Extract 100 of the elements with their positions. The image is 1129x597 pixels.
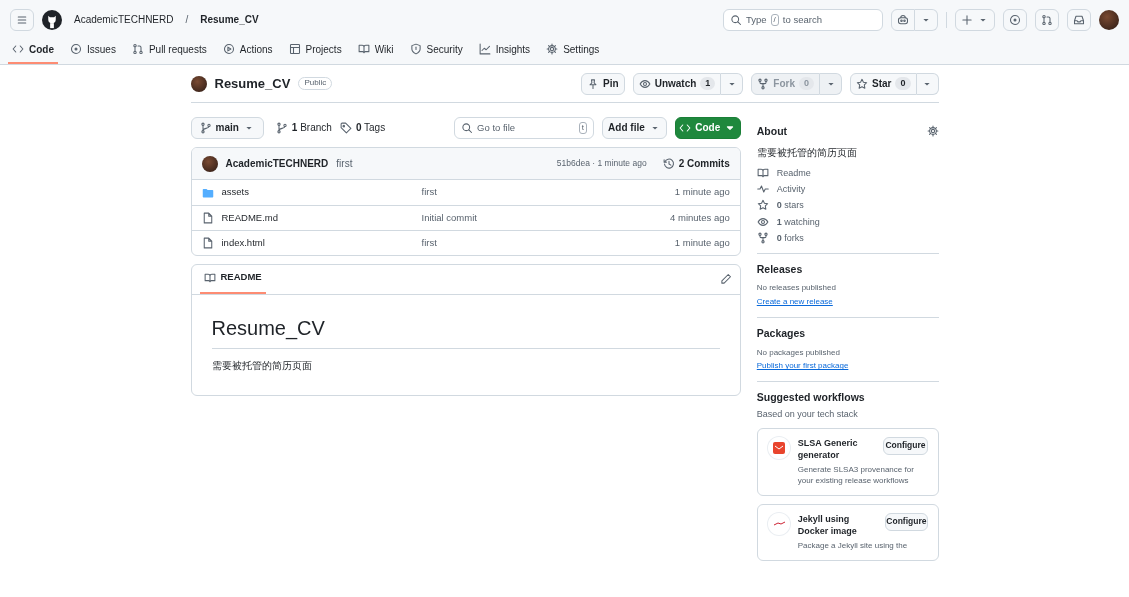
configure-button[interactable]: Configure bbox=[885, 512, 928, 531]
search-field[interactable]: Type / to search bbox=[723, 9, 883, 31]
repo-link[interactable]: Resume_CV bbox=[200, 13, 259, 27]
about-link[interactable]: 1 watching bbox=[756, 215, 939, 228]
workflow-description: Package a Jekyll site using the bbox=[797, 541, 909, 552]
graph-icon bbox=[478, 43, 491, 56]
nav-tab[interactable]: Security bbox=[405, 42, 467, 64]
plus-icon bbox=[961, 14, 973, 26]
issue-icon bbox=[1009, 14, 1021, 26]
about-link[interactable]: Readme bbox=[756, 167, 939, 180]
nav-tab[interactable]: Issues bbox=[66, 42, 120, 64]
file-name[interactable]: assets bbox=[221, 186, 249, 199]
section-link[interactable]: Create a new release bbox=[756, 297, 833, 308]
logo-icon[interactable] bbox=[42, 10, 62, 30]
branches-link[interactable]: 1 Branch bbox=[275, 121, 332, 135]
inbox-icon bbox=[1073, 14, 1085, 26]
section-subtitle: Based on your tech stack bbox=[756, 407, 859, 420]
commit-message[interactable]: first bbox=[336, 156, 353, 171]
pull-request-icon bbox=[1041, 14, 1053, 26]
path-separator: / bbox=[185, 13, 189, 27]
issues-button[interactable] bbox=[1003, 9, 1027, 31]
code-button[interactable]: Code bbox=[674, 117, 741, 139]
empty-text: No releases published bbox=[756, 283, 837, 295]
gear-icon bbox=[546, 43, 559, 56]
commit-message[interactable]: first bbox=[421, 236, 675, 250]
file-icon bbox=[201, 212, 214, 224]
copilot-button[interactable] bbox=[891, 9, 915, 31]
watch-button[interactable]: Unwatch 1 bbox=[632, 72, 722, 95]
file-name[interactable]: README.md bbox=[221, 211, 278, 225]
shortcut-key: t bbox=[578, 122, 588, 134]
nav-tab[interactable]: Code bbox=[8, 42, 58, 64]
create-button[interactable] bbox=[955, 9, 995, 31]
table-icon bbox=[288, 43, 301, 56]
pin-button[interactable]: Pin bbox=[581, 72, 625, 95]
pulse-icon bbox=[756, 183, 769, 196]
eye-icon bbox=[756, 215, 769, 228]
fork-icon bbox=[756, 231, 769, 244]
fork-icon bbox=[757, 77, 770, 90]
branch-icon bbox=[275, 122, 288, 134]
code-icon bbox=[679, 122, 692, 134]
pull-requests-button[interactable] bbox=[1035, 9, 1059, 31]
author-avatar bbox=[201, 155, 218, 172]
book-icon bbox=[357, 43, 370, 56]
code-icon bbox=[12, 43, 24, 56]
about-link[interactable]: 0 stars bbox=[756, 199, 939, 212]
workflow-title: Jekyll using Docker image bbox=[797, 512, 858, 538]
commits-link[interactable]: 2 Commits bbox=[662, 156, 730, 171]
about-link[interactable]: Activity bbox=[756, 183, 939, 196]
branch-button[interactable]: main bbox=[190, 117, 264, 139]
nav-tab[interactable]: Insights bbox=[474, 42, 535, 64]
branch-icon bbox=[199, 122, 212, 134]
user-avatar[interactable] bbox=[1099, 10, 1119, 30]
file-icon bbox=[201, 237, 214, 249]
nav-tab[interactable]: Wiki bbox=[353, 42, 398, 64]
play-icon bbox=[222, 43, 235, 56]
workflow-description: Generate SLSA3 provenance for your existing release workflows bbox=[797, 465, 915, 487]
tags-link[interactable]: 0 Tags bbox=[339, 121, 386, 135]
star-icon bbox=[856, 77, 869, 90]
folder-icon bbox=[201, 186, 214, 199]
nav-tab[interactable]: Actions bbox=[218, 42, 277, 64]
search-icon bbox=[461, 122, 474, 134]
add-file-button[interactable]: Add file bbox=[602, 117, 667, 139]
commit-meta: 51b6dea · 1 minute ago bbox=[556, 157, 647, 170]
edit-icon bbox=[719, 273, 732, 285]
section-heading: Packages bbox=[756, 327, 807, 340]
readme-text: 需要被托管的简历页面 bbox=[211, 359, 313, 373]
settings-icon bbox=[926, 125, 939, 138]
repo-title: Resume_CV bbox=[214, 74, 291, 93]
pull-request-icon bbox=[131, 43, 144, 56]
commit-message[interactable]: Initial commit bbox=[421, 211, 671, 225]
about-link[interactable]: 0 forks bbox=[756, 231, 939, 244]
section-link[interactable]: Publish your first package bbox=[756, 361, 849, 373]
shortcut-key: / bbox=[770, 14, 779, 26]
workflow-title: SLSA Generic generator bbox=[797, 436, 859, 462]
nav-tab[interactable]: Pull requests bbox=[127, 42, 211, 64]
workflow-logo-icon bbox=[767, 512, 790, 535]
repo-description: 需要被托管的简历页面 bbox=[756, 145, 858, 160]
owner-link[interactable]: AcademicTECHNERD bbox=[74, 13, 174, 27]
tag-icon bbox=[339, 122, 352, 134]
readme-tab[interactable]: README bbox=[199, 271, 266, 294]
pin-icon bbox=[587, 77, 600, 90]
section-heading: About bbox=[756, 125, 788, 138]
count: 0 bbox=[799, 77, 815, 90]
commit-message[interactable]: first bbox=[421, 186, 675, 199]
file-name[interactable]: index.html bbox=[221, 236, 265, 250]
commit-author[interactable]: AcademicTECHNERD bbox=[225, 156, 329, 171]
commit-time: 4 minutes ago bbox=[670, 211, 730, 225]
book-icon bbox=[756, 167, 769, 180]
nav-tab[interactable]: Settings bbox=[542, 42, 604, 64]
commit-time: 1 minute ago bbox=[674, 186, 730, 199]
configure-button[interactable]: Configure bbox=[883, 436, 928, 455]
section-heading: Releases bbox=[756, 262, 804, 276]
workflow-logo-icon bbox=[767, 436, 790, 459]
nav-tab[interactable]: Projects bbox=[284, 42, 346, 64]
go-to-file-field[interactable]: Go to file t bbox=[454, 117, 595, 139]
robot-icon bbox=[897, 14, 909, 26]
inbox-button[interactable] bbox=[1067, 9, 1091, 31]
star-button[interactable]: Star 0 bbox=[850, 72, 917, 95]
menu-button[interactable] bbox=[10, 9, 34, 31]
owner-avatar bbox=[190, 75, 207, 92]
